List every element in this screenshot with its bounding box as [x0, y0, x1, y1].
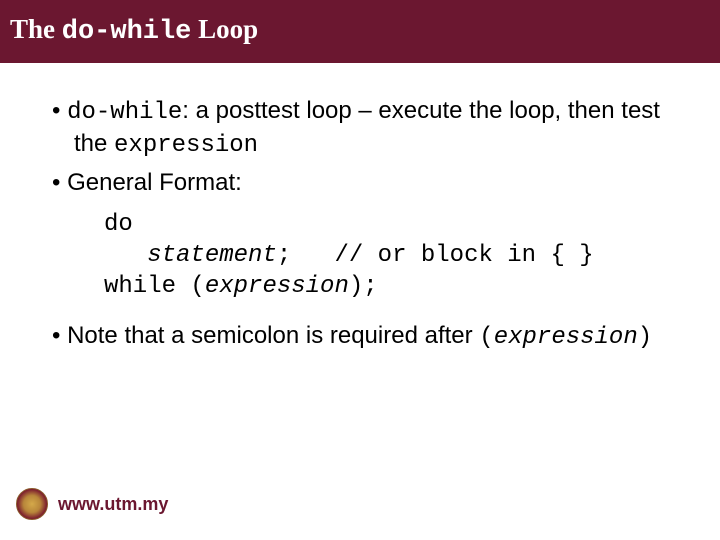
code-line3b: );: [349, 273, 378, 300]
code-line1: do: [104, 211, 133, 238]
slide-title-bar: The do-while Loop: [0, 0, 720, 63]
bullet2-text: General Format:: [67, 169, 242, 196]
bullet-item-3: Note that a semicolon is required after …: [40, 320, 680, 353]
bullet1-code1: do-while: [67, 99, 182, 126]
code-line2a: [104, 242, 147, 269]
slide-content: do-while: a posttest loop – execute the …: [0, 63, 720, 353]
bullet3-code-open: (: [479, 324, 493, 351]
code-line2b: ; // or block in { }: [277, 242, 594, 269]
title-text-part2: Loop: [191, 14, 258, 44]
code-line3-expr: expression: [205, 273, 349, 300]
utm-logo-icon: [16, 488, 48, 520]
title-text-part1: The: [10, 14, 62, 44]
bullet-item-1: do-while: a posttest loop – execute the …: [40, 95, 680, 161]
code-block: do statement; // or block in { } while (…: [40, 209, 680, 303]
bullet-list-2: Note that a semicolon is required after …: [40, 320, 680, 353]
slide-footer: www.utm.my: [16, 488, 168, 520]
bullet3-code-expr: expression: [494, 324, 638, 351]
bullet-item-2: General Format:: [40, 167, 680, 198]
code-line2-stmt: statement: [147, 242, 277, 269]
footer-url: www.utm.my: [58, 494, 168, 515]
bullet3-text1: Note that a semicolon is required after: [67, 322, 479, 349]
code-line3a: while (: [104, 273, 205, 300]
title-code: do-while: [62, 17, 192, 47]
bullet3-code-close: ): [638, 324, 652, 351]
bullet-list: do-while: a posttest loop – execute the …: [40, 95, 680, 199]
bullet1-code2: expression: [114, 132, 258, 159]
